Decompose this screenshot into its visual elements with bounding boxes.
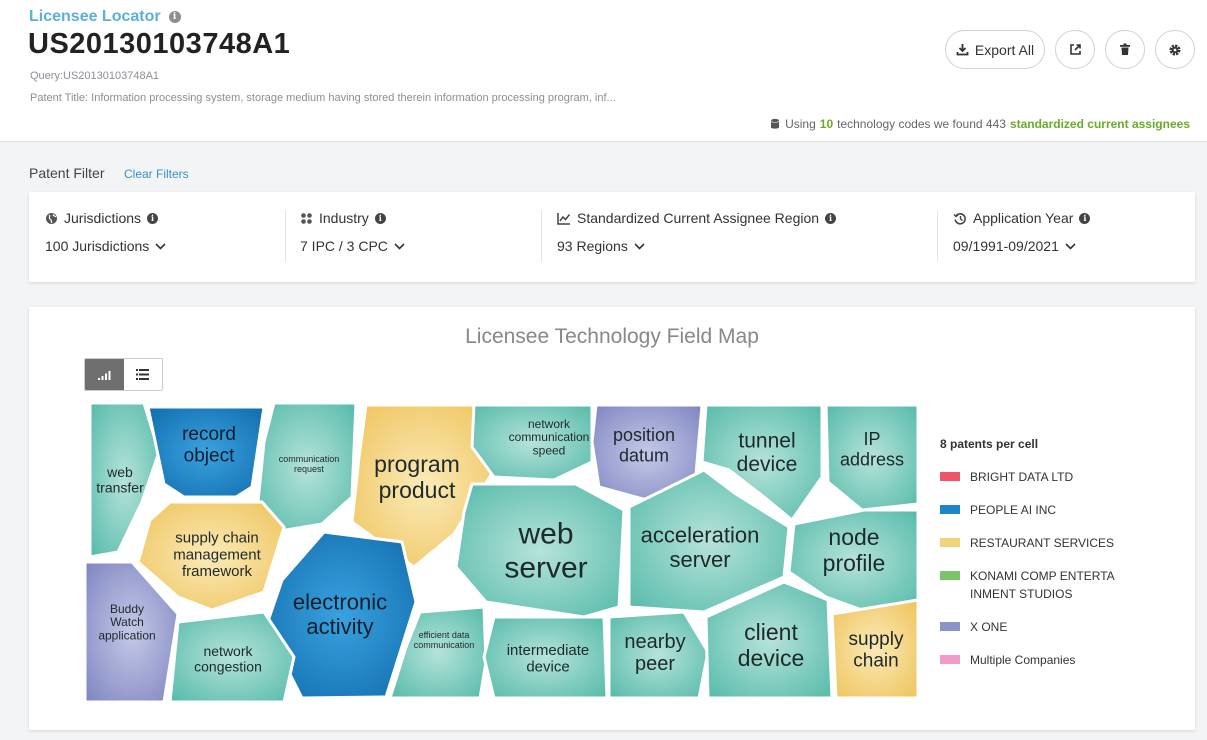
legend: 8 patents per cell BRIGHT DATA LTD PEOPL…	[940, 437, 1170, 684]
info-icon[interactable]: i	[825, 213, 836, 224]
filter-application-year[interactable]: Application Year i 09/1991-09/2021	[953, 210, 1090, 254]
bar-chart-icon	[98, 370, 111, 380]
treemap-cell-label: nodeprofile	[823, 524, 886, 576]
patent-filter-label: Patent Filter	[29, 165, 104, 181]
chevron-down-icon	[394, 243, 405, 250]
technology-field-map-panel: Licensee Technology Field Map	[29, 307, 1195, 730]
gear-icon	[1168, 43, 1182, 57]
clear-filters-link[interactable]: Clear Filters	[124, 167, 189, 181]
map-title: Licensee Technology Field Map	[29, 325, 1195, 349]
divider	[937, 210, 938, 262]
line-chart-icon	[557, 212, 571, 225]
patent-number: US20130103748A1	[28, 28, 290, 61]
treemap-cell-label: positiondatum	[613, 425, 675, 465]
page-header: Licensee Locator i US20130103748A1 Query…	[0, 0, 1207, 142]
globe-icon	[45, 212, 58, 225]
chart-view-button[interactable]	[85, 359, 124, 390]
chevron-down-icon	[1065, 243, 1076, 250]
legend-item[interactable]: RESTAURANT SERVICES	[940, 534, 1170, 552]
legend-swatch	[940, 505, 960, 514]
legend-item[interactable]: BRIGHT DATA LTD	[940, 468, 1170, 486]
export-all-button[interactable]: Export All	[945, 30, 1045, 69]
divider	[541, 210, 542, 262]
treemap-cell-label: clientdevice	[738, 619, 804, 671]
chevron-down-icon	[155, 243, 166, 250]
divider	[285, 210, 286, 262]
delete-button[interactable]	[1105, 30, 1145, 69]
filter-industry[interactable]: Industry i 7 IPC / 3 CPC	[300, 210, 405, 254]
download-icon	[956, 43, 969, 56]
filter-bar: Jurisdictions i 100 Jurisdictions Indust…	[29, 192, 1195, 282]
treemap-cell-label: recordobject	[182, 424, 236, 466]
list-icon	[136, 369, 149, 380]
filter-assignee-region[interactable]: Standardized Current Assignee Region i 9…	[557, 210, 836, 254]
legend-swatch	[940, 472, 960, 481]
app-title: Licensee Locator i	[29, 8, 181, 26]
query-text: Query:US20130103748A1	[30, 70, 159, 82]
info-icon[interactable]: i	[375, 213, 386, 224]
treemap-cell-label: supplychain	[849, 629, 904, 671]
trash-icon	[1119, 43, 1131, 56]
treemap-cell-label: supply chainmanagementframework	[173, 529, 261, 580]
technology-treemap: webtransferrecordobjectcommunicationrequ…	[84, 402, 920, 702]
treemap-cell-label: programproduct	[374, 451, 460, 503]
treemap-cell-label: tunneldevice	[737, 430, 798, 477]
info-icon[interactable]: i	[147, 213, 158, 224]
industry-icon	[300, 212, 313, 225]
treemap-cell-label: networkcongestion	[194, 643, 262, 675]
info-icon[interactable]: i	[1079, 213, 1090, 224]
legend-item[interactable]: X ONE	[940, 618, 1170, 636]
legend-swatch	[940, 655, 960, 664]
treemap-cell-label: electronicactivity	[293, 589, 387, 639]
assignee-summary: Using 10 technology codes we found 443 s…	[769, 117, 1190, 131]
legend-item[interactable]: PEOPLE AI INC	[940, 501, 1170, 519]
share-button[interactable]	[1055, 30, 1095, 69]
patent-title: Patent Title: Information processing sys…	[30, 92, 616, 104]
history-icon	[953, 212, 967, 225]
legend-header: 8 patents per cell	[940, 437, 1170, 451]
treemap-cell-label: efficient datacommunication	[414, 630, 475, 650]
info-icon[interactable]: i	[169, 11, 181, 23]
legend-swatch	[940, 538, 960, 547]
legend-item[interactable]: Multiple Companies	[940, 651, 1170, 669]
assignees-link[interactable]: standardized current assignees	[1010, 117, 1190, 131]
database-icon	[769, 118, 781, 130]
share-icon	[1069, 43, 1082, 56]
filter-jurisdictions[interactable]: Jurisdictions i 100 Jurisdictions	[45, 210, 166, 254]
settings-button[interactable]	[1155, 30, 1195, 69]
legend-swatch	[940, 571, 960, 580]
view-toggle	[84, 358, 163, 391]
legend-item[interactable]: KONAMI COMP ENTERTA INMENT STUDIOS	[940, 567, 1170, 603]
legend-swatch	[940, 622, 960, 631]
list-view-button[interactable]	[124, 359, 163, 390]
chevron-down-icon	[634, 243, 645, 250]
